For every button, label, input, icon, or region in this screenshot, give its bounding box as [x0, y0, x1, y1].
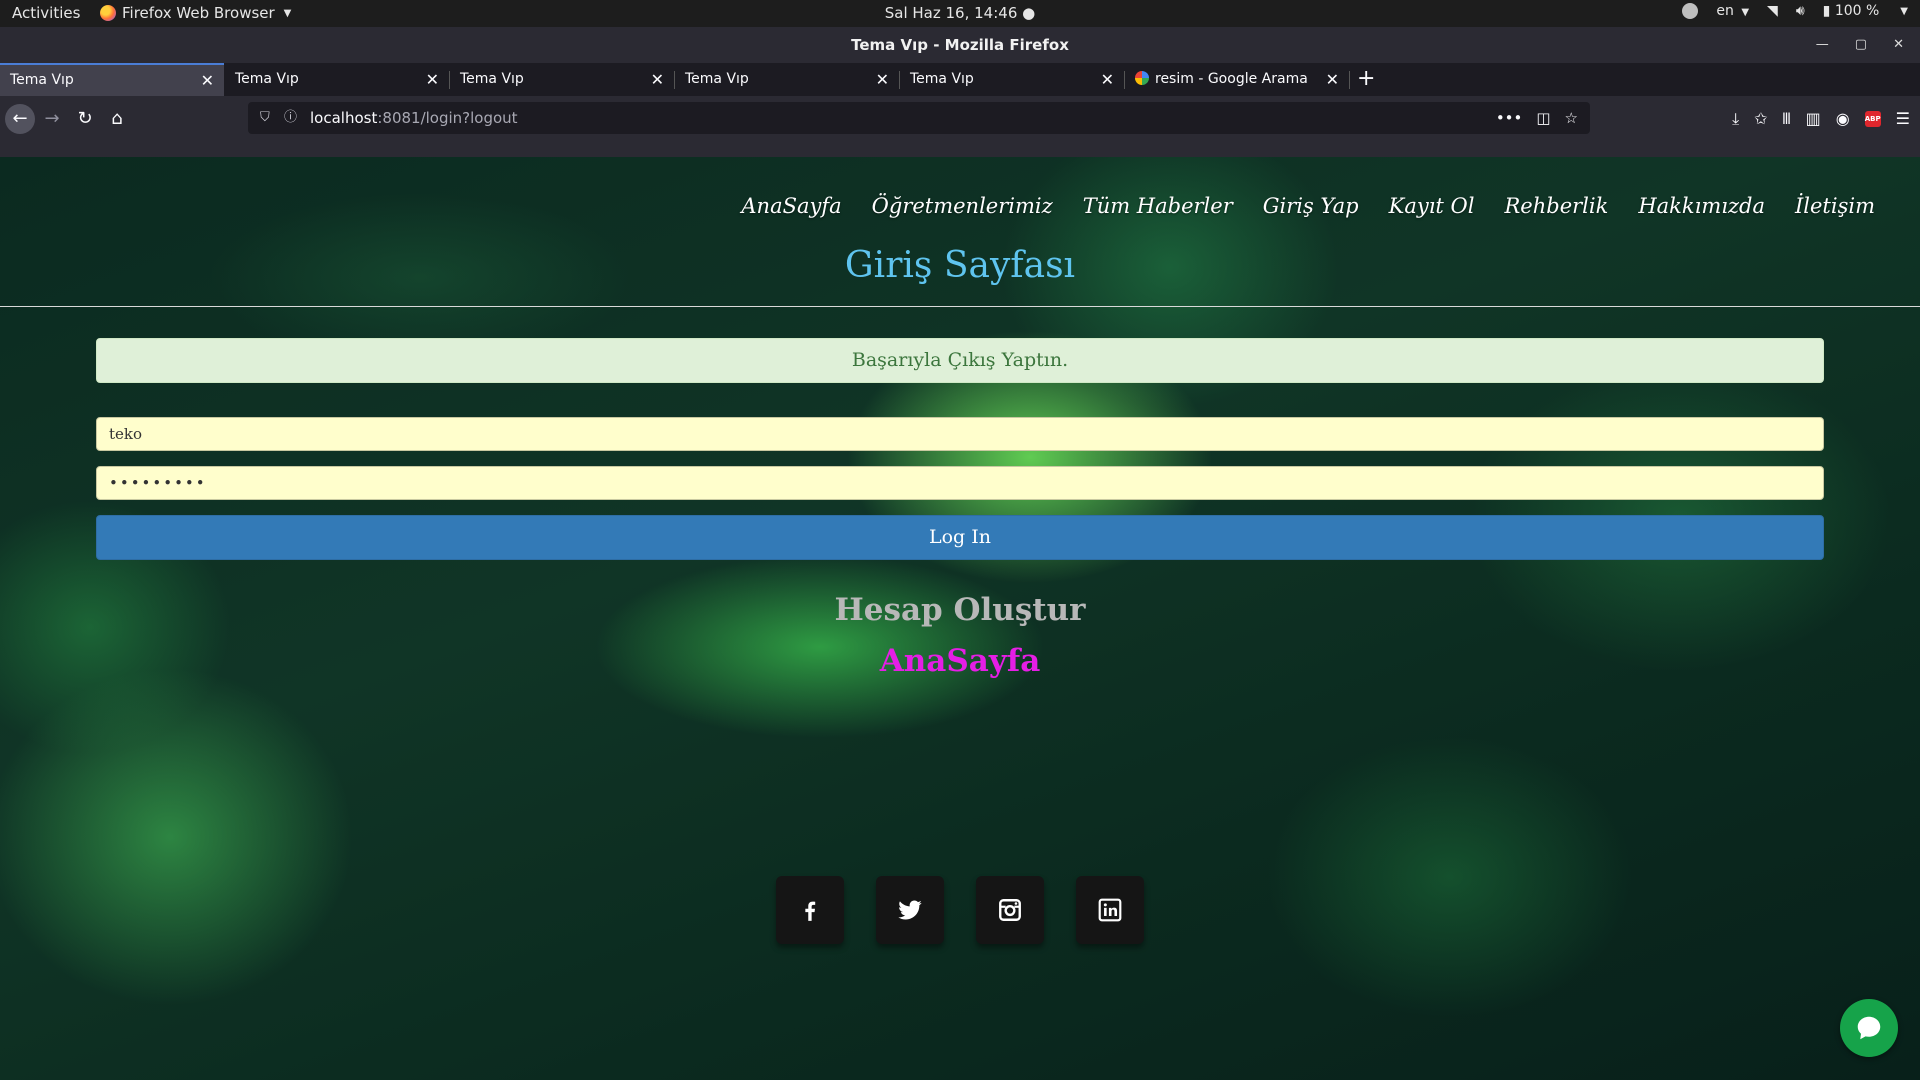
battery-icon: ▮	[1822, 3, 1831, 19]
nav-link-tum-haberler[interactable]: Tüm Haberler	[1083, 194, 1233, 218]
home-icon[interactable]: ⌂	[102, 104, 132, 134]
toolbar-icons: ⤓ ✩ 𝍫 ▥ ◉ ABP ☰	[1732, 104, 1910, 134]
library-icon[interactable]: 𝍫	[1783, 104, 1791, 134]
linkedin-icon	[1098, 898, 1122, 922]
info-icon[interactable]: ⓘ	[284, 102, 297, 134]
back-arrow-icon[interactable]: ←	[5, 104, 35, 134]
password-input[interactable]	[96, 466, 1824, 500]
username-input[interactable]	[96, 417, 1824, 451]
close-tab-icon[interactable]: ✕	[1326, 63, 1339, 96]
language-label: en	[1716, 3, 1734, 19]
app-menu[interactable]: Firefox Web Browser ▼	[100, 4, 291, 22]
wifi-icon[interactable]: ◥	[1767, 3, 1778, 19]
nav-link-giris-yap[interactable]: Giriş Yap	[1263, 194, 1359, 218]
window-title: Tema Vıp - Mozilla Firefox	[851, 36, 1069, 54]
browser-tab[interactable]: Tema Vıp ✕	[225, 63, 450, 96]
web-page: AnaSayfa Öğretmenlerimiz Tüm Haberler Gi…	[0, 157, 1920, 1080]
adblock-icon[interactable]: ABP	[1864, 111, 1881, 127]
twitter-button[interactable]	[876, 876, 944, 944]
system-tray: en ▼ ◥ 🔊︎ ▮ 100 % ▼	[1682, 3, 1908, 19]
linkedin-button[interactable]	[1076, 876, 1144, 944]
language-indicator[interactable]: en ▼	[1716, 3, 1749, 19]
divider	[0, 306, 1920, 307]
maximize-icon[interactable]: ▢	[1855, 27, 1867, 63]
login-button[interactable]: Log In	[96, 515, 1824, 560]
shield-icon[interactable]: ⛉	[260, 102, 270, 134]
clock[interactable]: Sal Haz 16, 14:46	[885, 4, 1018, 22]
tab-strip: Tema Vıp ✕ Tema Vıp ✕ Tema Vıp ✕ Tema Vı…	[0, 63, 1920, 96]
window-title-bar: Tema Vıp - Mozilla Firefox — ▢ ✕	[0, 27, 1920, 63]
reload-icon[interactable]: ↻	[70, 104, 100, 134]
nav-link-anasayfa[interactable]: AnaSayfa	[741, 194, 841, 218]
sidebar-icon[interactable]: ▥	[1806, 104, 1821, 134]
account-icon[interactable]: ◉	[1836, 104, 1850, 134]
address-bar[interactable]: ⛉ ⓘ localhost:8081/login?logout ••• ◫ ☆	[248, 102, 1590, 134]
instagram-button[interactable]	[976, 876, 1044, 944]
bookmarks-star-icon[interactable]: ✩	[1754, 104, 1767, 134]
firefox-icon	[100, 5, 116, 21]
notification-dot-icon: ●	[1022, 4, 1036, 22]
home-link[interactable]: AnaSayfa	[0, 643, 1920, 679]
create-account-link[interactable]: Hesap Oluştur	[0, 592, 1920, 628]
forward-arrow-icon[interactable]: →	[37, 104, 67, 134]
navigation-toolbar: ← → ↻ ⌂ ⛉ ⓘ localhost:8081/login?logout …	[0, 96, 1920, 157]
logout-success-alert: Başarıyla Çıkış Yaptın.	[96, 338, 1824, 383]
minimize-icon[interactable]: —	[1816, 27, 1829, 63]
twitter-icon	[898, 900, 922, 920]
browser-tab[interactable]: Tema Vıp ✕	[450, 63, 675, 96]
pocket-icon[interactable]: ◫	[1536, 102, 1550, 134]
battery-label: 100 %	[1834, 3, 1880, 19]
tab-separator	[1349, 71, 1350, 89]
google-icon	[1135, 71, 1149, 85]
tab-label: Tema Vıp	[10, 72, 74, 88]
chevron-down-icon: ▼	[283, 7, 292, 19]
nav-link-ogretmenlerimiz[interactable]: Öğretmenlerimiz	[872, 194, 1053, 218]
battery-indicator[interactable]: ▮ 100 %	[1823, 3, 1880, 19]
chat-bubble-icon	[1857, 1016, 1881, 1040]
accessibility-icon[interactable]	[1682, 3, 1699, 19]
chevron-down-icon[interactable]: ▼	[1900, 6, 1908, 17]
nav-link-kayit-ol[interactable]: Kayıt Ol	[1389, 194, 1475, 218]
social-links	[776, 876, 1144, 944]
page-title: Giriş Sayfası	[844, 245, 1076, 286]
chevron-down-icon: ▼	[1741, 7, 1750, 18]
close-tab-icon[interactable]: ✕	[201, 65, 214, 96]
close-tab-icon[interactable]: ✕	[876, 63, 889, 96]
app-name: Firefox Web Browser	[122, 4, 275, 22]
hamburger-menu-icon[interactable]: ☰	[1896, 104, 1910, 134]
nav-link-iletisim[interactable]: İletişim	[1795, 194, 1875, 218]
new-tab-icon[interactable]: +	[1357, 63, 1375, 94]
browser-tab[interactable]: Tema Vıp ✕	[900, 63, 1125, 96]
facebook-button[interactable]	[776, 876, 844, 944]
browser-tab[interactable]: Tema Vıp ✕	[675, 63, 900, 96]
tab-label: Tema Vıp	[685, 71, 749, 87]
browser-tab[interactable]: resim - Google Arama ✕	[1125, 63, 1350, 96]
tab-label: Tema Vıp	[910, 71, 974, 87]
nav-link-hakkimizda[interactable]: Hakkımızda	[1638, 194, 1765, 218]
page-actions-icon[interactable]: •••	[1496, 102, 1523, 134]
volume-icon[interactable]: 🔊︎	[1796, 3, 1805, 19]
activities-button[interactable]: Activities	[12, 4, 80, 22]
tab-label: Tema Vıp	[235, 71, 299, 87]
bookmark-star-icon[interactable]: ☆	[1565, 102, 1578, 134]
close-tab-icon[interactable]: ✕	[1101, 63, 1114, 96]
instagram-icon	[999, 899, 1021, 921]
chat-widget-button[interactable]	[1840, 999, 1898, 1057]
close-tab-icon[interactable]: ✕	[651, 63, 664, 96]
browser-tab[interactable]: Tema Vıp ✕	[0, 63, 224, 96]
tab-label: resim - Google Arama	[1155, 71, 1308, 87]
close-icon[interactable]: ✕	[1893, 27, 1904, 63]
url-text[interactable]: localhost:8081/login?logout	[310, 102, 518, 134]
system-top-bar: Activities Firefox Web Browser ▼ Sal Haz…	[0, 0, 1920, 27]
site-nav: AnaSayfa Öğretmenlerimiz Tüm Haberler Gi…	[741, 194, 1875, 218]
download-icon[interactable]: ⤓	[1732, 104, 1739, 134]
url-path: :8081/login?logout	[377, 109, 518, 127]
tab-label: Tema Vıp	[460, 71, 524, 87]
nav-link-rehberlik[interactable]: Rehberlik	[1504, 194, 1608, 218]
close-tab-icon[interactable]: ✕	[426, 63, 439, 96]
facebook-icon	[805, 901, 816, 921]
url-host: localhost	[310, 109, 378, 127]
